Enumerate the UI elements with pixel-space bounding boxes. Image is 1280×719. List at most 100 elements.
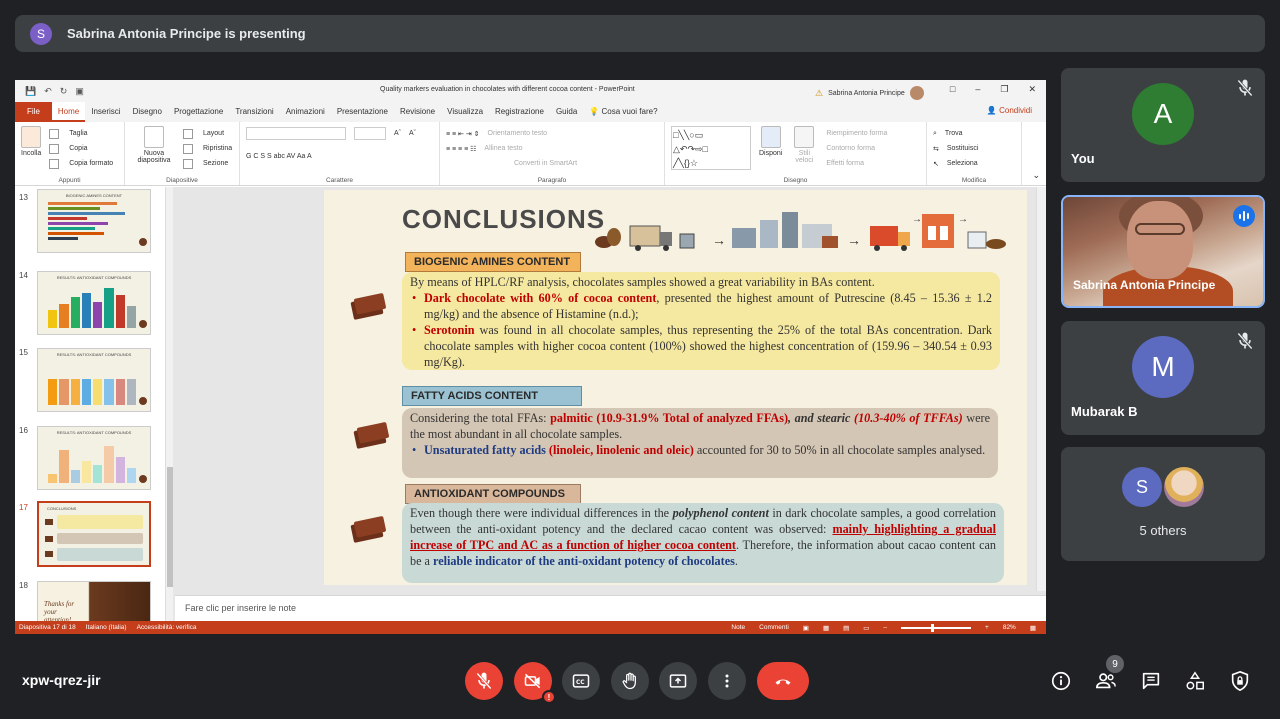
notes-pane[interactable]: Fare clic per inserire le note	[175, 595, 1046, 621]
notes-toggle[interactable]: Note	[731, 624, 745, 631]
shared-screen[interactable]: 💾 ↶ ↻ ▣ Quality markers evaluation in ch…	[15, 80, 1046, 634]
meeting-details-button[interactable]	[1048, 668, 1074, 694]
captions-icon: CC	[572, 674, 590, 688]
fit-slide-icon[interactable]: ▩	[1030, 624, 1036, 632]
scrollbar-thumb[interactable]	[167, 467, 173, 587]
shape-outline-button[interactable]: Contorno forma	[826, 141, 887, 156]
zoom-level[interactable]: 82%	[1003, 624, 1016, 631]
tab-transitions[interactable]: Transizioni	[229, 102, 279, 122]
font-size-select[interactable]	[354, 127, 386, 140]
tab-design[interactable]: Progettazione	[168, 102, 229, 122]
shape-fill-button[interactable]: Riempimento forma	[826, 126, 887, 141]
quick-styles-button[interactable]: Stili veloci	[790, 126, 818, 171]
reading-view-icon[interactable]: ▤	[843, 624, 849, 632]
host-controls-button[interactable]	[1227, 668, 1253, 694]
shape-effects-button[interactable]: Effetti forma	[826, 156, 887, 171]
tell-me-box[interactable]: 💡 Cosa vuoi fare?	[583, 102, 663, 122]
tab-insert[interactable]: Inserisci	[85, 102, 126, 122]
maximize-icon[interactable]: ❐	[1000, 84, 1008, 95]
comments-toggle[interactable]: Commenti	[759, 624, 789, 631]
section-label: Sezione	[203, 160, 229, 167]
account-area[interactable]: ⚠ Sabrina Antonia Principe	[815, 86, 924, 100]
grow-font-icon[interactable]: Aˆ	[394, 130, 401, 137]
current-slide[interactable]: CONCLUSIONS → → → → BIOGENIC AMINES CONT…	[324, 190, 1027, 585]
normal-view-icon[interactable]: ▣	[803, 624, 809, 632]
collapse-ribbon-icon[interactable]: ⌄	[1032, 170, 1040, 181]
font-format-buttons[interactable]: G C S S abc AV Aa A	[246, 153, 312, 160]
accessibility-status[interactable]: Accessibilità: verifica	[137, 624, 197, 631]
tab-slideshow[interactable]: Presentazione	[331, 102, 394, 122]
font-name-select[interactable]	[246, 127, 346, 140]
redo-icon[interactable]: ↻	[60, 86, 68, 97]
participant-tile-others[interactable]: S 5 others	[1061, 447, 1265, 561]
new-slide-button[interactable]: Nuova diapositiva	[131, 126, 177, 171]
bullet-highlight: Unsaturated fatty acids	[424, 443, 546, 457]
thumbnail-14[interactable]: 14 RESULTS: ANTIOXIDANT COMPOUNDS	[15, 271, 167, 337]
shrink-font-icon[interactable]: Aˇ	[409, 130, 416, 137]
participant-tile-presenter[interactable]: Sabrina Antonia Principe	[1061, 195, 1265, 308]
tab-help[interactable]: Guida	[550, 102, 583, 122]
thumbnail-image: RESULTS: ANTIOXIDANT COMPOUNDS	[37, 426, 151, 490]
thumbnail-17-selected[interactable]: 17 CONCLUSIONS	[15, 501, 167, 569]
zoom-in-icon[interactable]: +	[985, 624, 989, 631]
layout-button[interactable]: Layout	[183, 126, 232, 141]
select-label: Seleziona	[946, 160, 978, 167]
zoom-out-icon[interactable]: –	[883, 624, 887, 631]
thumbnail-16[interactable]: 16 RESULTS: ANTIOXIDANT COMPOUNDS	[15, 426, 167, 492]
language-status[interactable]: Italiano (Italia)	[86, 624, 127, 631]
save-icon[interactable]: 💾	[25, 86, 36, 97]
slide-thumbnails[interactable]: 13 BIOGENIC AMINES CONTENT 14 RESULTS: A…	[15, 187, 167, 634]
minimize-icon[interactable]: –	[975, 84, 980, 95]
captions-button[interactable]: CC	[562, 662, 600, 700]
participant-tile-mubarak[interactable]: M Mubarak B	[1061, 321, 1265, 435]
slide-scrollbar[interactable]	[1036, 187, 1046, 591]
select-button[interactable]: ↖ Seleziona	[933, 156, 1015, 171]
slideshow-view-icon[interactable]: ▭	[863, 624, 869, 632]
thumbnail-scrollbar[interactable]	[165, 187, 173, 621]
tab-animations[interactable]: Animazioni	[280, 102, 331, 122]
mic-toggle-button[interactable]	[465, 662, 503, 700]
thumbnail-15[interactable]: 15 RESULTS: ANTIOXIDANT COMPOUNDS	[15, 348, 167, 414]
tab-file[interactable]: File	[15, 102, 52, 122]
camera-toggle-button[interactable]: !	[514, 662, 556, 704]
arrange-button[interactable]: Disponi	[759, 126, 782, 171]
section-label-antioxidants: ANTIOXIDANT COMPOUNDS	[405, 484, 581, 504]
leave-call-button[interactable]	[757, 662, 809, 700]
start-slideshow-icon[interactable]: ▣	[75, 86, 84, 97]
ribbon-options-icon[interactable]: □	[950, 84, 955, 95]
find-button[interactable]: ⌕ Trova	[933, 126, 1015, 141]
raise-hand-button[interactable]	[611, 662, 649, 700]
chat-button[interactable]	[1138, 668, 1164, 694]
format-painter-button[interactable]: Copia formato	[49, 156, 113, 171]
align-icons[interactable]: ≡ ≡ ≡ ≡ ☷	[446, 145, 476, 153]
reset-button[interactable]: Ripristina	[183, 141, 232, 156]
share-button[interactable]: 👤 Condividi	[987, 106, 1032, 115]
text-direction-button[interactable]: Orientamento testo	[488, 130, 548, 137]
paste-button[interactable]: Incolla	[21, 126, 41, 171]
participant-tile-you[interactable]: A You	[1061, 68, 1265, 182]
tab-recording[interactable]: Registrazione	[489, 102, 550, 122]
close-icon[interactable]: ✕	[1028, 84, 1036, 95]
more-options-button[interactable]	[708, 662, 746, 700]
cut-button[interactable]: Taglia	[49, 126, 113, 141]
thumbnail-13[interactable]: 13 BIOGENIC AMINES CONTENT	[15, 189, 167, 259]
tab-home[interactable]: Home	[51, 102, 86, 122]
smartart-button[interactable]: Converti in SmartArt	[514, 160, 577, 167]
bullets-icon[interactable]: ≡ ≡ ⇤ ⇥ ⇕	[446, 130, 480, 138]
quick-access-toolbar[interactable]: 💾 ↶ ↻ ▣	[25, 86, 84, 97]
align-text-button[interactable]: Allinea testo	[484, 145, 522, 152]
activities-button[interactable]	[1182, 668, 1208, 694]
sorter-view-icon[interactable]: ▦	[823, 624, 829, 632]
section-label-biogenic-amines: BIOGENIC AMINES CONTENT	[405, 252, 581, 272]
tab-view[interactable]: Visualizza	[441, 102, 489, 122]
zoom-slider[interactable]	[901, 623, 972, 632]
tab-draw[interactable]: Disegno	[127, 102, 168, 122]
undo-icon[interactable]: ↶	[44, 86, 52, 97]
replace-button[interactable]: ⇆ Sostituisci	[933, 141, 1015, 156]
section-button[interactable]: Sezione	[183, 156, 232, 171]
tab-review[interactable]: Revisione	[394, 102, 441, 122]
svg-text:→: →	[712, 234, 726, 249]
present-now-button[interactable]	[659, 662, 697, 700]
copy-button[interactable]: Copia	[49, 141, 113, 156]
shapes-gallery[interactable]: □╲╲○▭ △↶↷⇨□ ╱╲{}☆	[671, 126, 751, 170]
